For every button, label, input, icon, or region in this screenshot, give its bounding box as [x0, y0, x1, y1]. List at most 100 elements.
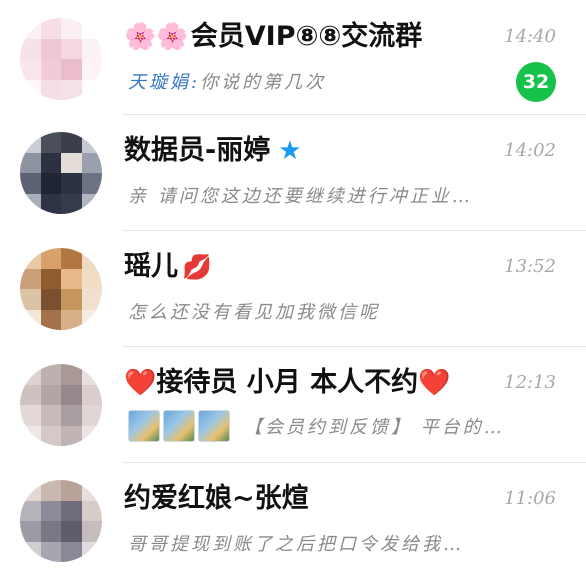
avatar-mosaic-cell — [61, 309, 82, 330]
avatar-mosaic-cell — [20, 500, 41, 522]
avatar-mosaic-cell — [20, 248, 41, 269]
avatar-mosaic-cell — [20, 79, 41, 100]
avatar-mosaic-cell — [61, 268, 82, 290]
chat-name-text: 瑶儿 — [124, 251, 178, 282]
image-thumbnail — [128, 410, 160, 442]
avatar-mosaic-cell — [61, 405, 82, 426]
avatar-mosaic-cell — [81, 384, 102, 406]
star-icon: ★ — [278, 136, 302, 166]
image-thumbnails — [128, 410, 230, 442]
image-thumbnail — [163, 410, 195, 442]
avatar-mosaic-cell — [20, 59, 41, 80]
avatar-mosaic-cell — [81, 364, 102, 385]
avatar-mosaic-cell — [20, 541, 41, 562]
avatar-mosaic-cell — [40, 173, 62, 194]
avatar — [20, 364, 102, 446]
avatar-mosaic-cell — [20, 132, 41, 153]
avatar-mosaic-cell — [81, 289, 102, 310]
avatar-mosaic-cell — [40, 384, 62, 406]
avatar-mosaic-cell — [61, 384, 82, 406]
avatar-mosaic-cell — [40, 132, 62, 153]
avatar — [20, 132, 102, 214]
chat-name-text: 约爱红娘~张煊 — [124, 483, 309, 514]
avatar — [20, 480, 102, 562]
chat-name: 瑶儿 💋 — [124, 248, 212, 286]
avatar-mosaic-cell — [81, 541, 102, 562]
chat-item[interactable]: 🌸🌸 会员VIP⑧⑧交流群 14:40 天璇娟:你说的第几次 32 — [0, 0, 586, 114]
avatar-mosaic-cell — [40, 521, 62, 542]
avatar-mosaic-cell — [40, 289, 62, 310]
message-preview: 哥哥提现到账了之后把口令发给我… — [128, 534, 464, 555]
avatar-mosaic-cell — [20, 309, 41, 330]
avatar-mosaic-cell — [40, 193, 62, 214]
avatar-mosaic-cell — [61, 173, 82, 194]
avatar-mosaic-cell — [20, 268, 41, 290]
chat-item[interactable]: 数据员-丽婷 ★ 14:02 亲 请问您这边还要继续进行冲正业… — [0, 114, 586, 230]
unread-badge: 32 — [516, 62, 556, 102]
avatar — [20, 18, 102, 100]
avatar-mosaic-cell — [81, 480, 102, 501]
avatar-mosaic-cell — [81, 405, 102, 426]
avatar-mosaic-cell — [40, 500, 62, 522]
avatar — [20, 248, 102, 330]
heart-icon: ❤️ — [124, 368, 157, 398]
timestamp: 12:13 — [504, 372, 556, 393]
image-thumbnail — [198, 410, 230, 442]
chat-item[interactable]: 瑶儿 💋 13:52 怎么还没有看见加我微信呢 — [0, 230, 586, 346]
avatar-mosaic-cell — [40, 59, 62, 80]
preview-text: 你说的第几次 — [200, 72, 327, 93]
avatar-mosaic-cell — [61, 248, 82, 269]
avatar-mosaic-cell — [61, 59, 82, 80]
avatar-mosaic-cell — [40, 248, 62, 269]
avatar-mosaic-cell — [61, 521, 82, 542]
avatar-mosaic-cell — [20, 405, 41, 426]
avatar-mosaic-cell — [40, 309, 62, 330]
avatar-mosaic-cell — [40, 405, 62, 426]
avatar-mosaic-cell — [20, 480, 41, 501]
avatar-mosaic-cell — [40, 425, 62, 446]
avatar-mosaic-cell — [81, 500, 102, 522]
preview-text: 【会员约到反馈】 平台的… — [244, 417, 505, 438]
avatar-mosaic-cell — [40, 268, 62, 290]
avatar-mosaic-cell — [20, 289, 41, 310]
avatar-mosaic-cell — [61, 289, 82, 310]
avatar-mosaic-cell — [81, 193, 102, 214]
avatar-mosaic-cell — [20, 38, 41, 60]
avatar-mosaic-cell — [61, 152, 82, 174]
avatar-mosaic-cell — [81, 132, 102, 153]
chat-item[interactable]: 约爱红娘~张煊 11:06 哥哥提现到账了之后把口令发给我… — [0, 462, 586, 578]
timestamp: 11:06 — [504, 488, 556, 509]
avatar-mosaic-cell — [20, 425, 41, 446]
chat-name-text: 会员VIP⑧⑧交流群 — [190, 21, 423, 52]
avatar-mosaic-cell — [61, 480, 82, 501]
timestamp: 13:52 — [504, 256, 556, 277]
avatar-mosaic-cell — [40, 541, 62, 562]
chat-name-text: 数据员-丽婷 — [124, 135, 271, 166]
chat-name: 🌸🌸 会员VIP⑧⑧交流群 — [124, 18, 422, 56]
timestamp: 14:40 — [504, 26, 556, 47]
flower-icon: 🌸🌸 — [124, 22, 189, 52]
message-preview: 怎么还没有看见加我微信呢 — [128, 302, 380, 323]
message-preview: 天璇娟:你说的第几次 — [128, 68, 548, 94]
message-preview: 【会员约到反馈】 平台的… — [128, 410, 548, 442]
avatar-mosaic-cell — [20, 152, 41, 174]
sender-name: 天璇娟: — [128, 72, 201, 93]
heart-icon: ❤️ — [418, 368, 451, 398]
avatar-mosaic-cell — [81, 38, 102, 60]
chat-item[interactable]: ❤️ 接待员 小月 本人不约 ❤️ 12:13 【会员约到反馈】 平台的… — [0, 346, 586, 462]
avatar-mosaic-cell — [61, 500, 82, 522]
avatar-mosaic-cell — [61, 425, 82, 446]
avatar-mosaic-cell — [61, 79, 82, 100]
chat-list: 🌸🌸 会员VIP⑧⑧交流群 14:40 天璇娟:你说的第几次 32 数据员-丽婷… — [0, 0, 586, 578]
avatar-mosaic-cell — [61, 38, 82, 60]
avatar-mosaic-cell — [81, 248, 102, 269]
chat-name-text: 接待员 小月 本人不约 — [156, 367, 419, 398]
avatar-mosaic-cell — [20, 193, 41, 214]
avatar-mosaic-cell — [61, 18, 82, 39]
avatar-mosaic-cell — [20, 364, 41, 385]
avatar-mosaic-cell — [81, 59, 102, 80]
avatar-mosaic-cell — [81, 79, 102, 100]
avatar-mosaic-cell — [81, 173, 102, 194]
lips-icon: 💋 — [182, 253, 212, 281]
avatar-mosaic-cell — [40, 18, 62, 39]
